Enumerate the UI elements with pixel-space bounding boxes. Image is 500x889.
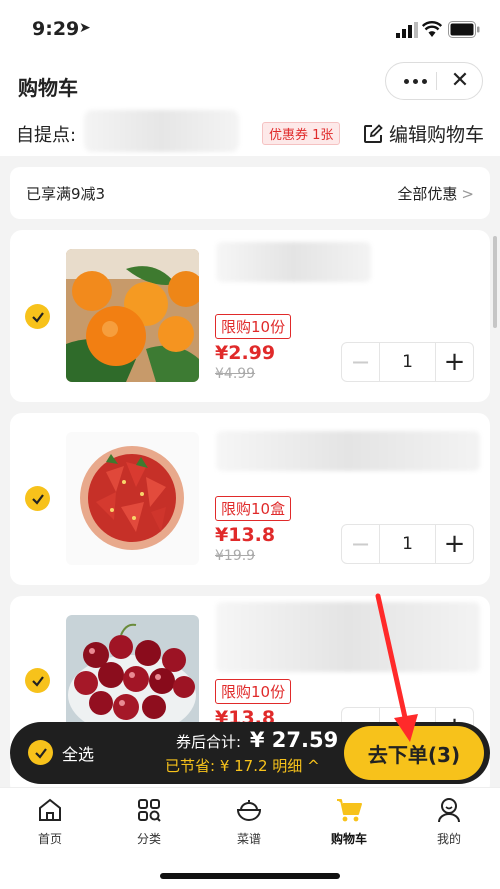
tab-cart[interactable]: 购物车 [309,796,389,847]
mini-program-capsule: ✕ [385,62,483,100]
recipe-icon [236,800,262,821]
purchase-limit-badge: 限购10盒 [215,496,292,521]
wifi-icon [422,21,442,37]
select-all-label[interactable]: 全选 [62,741,94,765]
purchase-limit-badge: 限购10份 [215,314,292,339]
cart-item: 限购10份 ¥2.99 ¥4.99 − 1 + [10,230,490,402]
coupon-badge[interactable]: 优惠券 1张 [262,122,341,145]
more-options-button[interactable] [394,63,436,99]
tab-category[interactable]: 分类 [109,796,189,847]
all-promotions-link[interactable]: 全部优惠 > [397,183,474,204]
total-label: 券后合计: [176,733,242,751]
pickup-address-redacted [84,110,239,152]
savings-details-link[interactable]: 已节省: ¥ 17.2 明细 ^ [165,755,320,776]
tab-label: 分类 [136,832,161,846]
promotion-text: 已享满9减3 [26,185,106,203]
tab-label: 首页 [37,832,62,846]
place-order-button[interactable]: 去下单(3) [344,726,484,780]
check-icon [34,747,47,759]
tab-home[interactable]: 首页 [10,796,90,847]
quantity-stepper: − 1 + [341,342,474,382]
tab-label: 我的 [436,832,461,846]
product-image-oranges [66,249,199,382]
cart-item: 限购10盒 ¥13.8 ¥19.9 − 1 + [10,413,490,585]
all-promotions-label: 全部优惠 [397,185,458,203]
tab-label: 购物车 [330,832,367,846]
tab-profile[interactable]: 我的 [409,796,489,847]
item-checkbox[interactable] [25,668,50,693]
product-name-redacted [216,242,371,282]
status-time: 9:29 [32,18,80,40]
edit-cart-label: 编辑购物车 [389,124,485,146]
product-name-redacted [216,431,480,471]
product-name-redacted [216,602,480,672]
scrollbar[interactable] [493,236,497,328]
edit-cart-button[interactable]: 编辑购物车 [363,120,484,147]
profile-icon [438,798,460,823]
purchase-limit-badge: 限购10份 [215,679,292,704]
nav-bar: 购物车 ✕ [0,58,500,110]
promotion-strip[interactable]: 已享满9减3 全部优惠 > [10,167,490,219]
pickup-point-row[interactable]: 自提点: 优惠券 1张 编辑购物车 [0,110,500,156]
select-all-checkbox[interactable] [28,740,53,765]
category-icon [138,799,161,822]
product-price: ¥13.8 [215,524,276,546]
decrease-button[interactable]: − [342,343,380,381]
home-indicator[interactable] [160,873,340,879]
total-amount: 券后合计: ¥ 27.59 [176,728,338,752]
check-icon [31,493,44,505]
tab-label: 菜谱 [236,832,261,846]
decrease-button[interactable]: − [342,525,380,563]
increase-button[interactable]: + [435,343,473,381]
capsule-divider [436,72,437,90]
item-checkbox[interactable] [25,486,50,511]
status-bar: 9:29 ➤ [0,0,500,58]
home-icon [39,798,61,821]
original-price: ¥19.9 [215,548,256,564]
check-icon [31,311,44,323]
quantity-value[interactable]: 1 [380,343,435,381]
product-price: ¥2.99 [215,342,276,364]
product-image-strawberries [66,432,199,565]
check-icon [31,675,44,687]
edit-icon [364,123,383,143]
total-value: ¥ 27.59 [249,728,339,752]
increase-button[interactable]: + [435,525,473,563]
tab-recipe[interactable]: 菜谱 [209,796,289,847]
location-arrow-icon: ➤ [79,20,91,36]
battery-icon [448,21,480,38]
original-price: ¥4.99 [215,366,256,382]
pickup-label: 自提点: [16,125,77,146]
chevron-right-icon: > [461,185,474,203]
checkout-bar: 全选 券后合计: ¥ 27.59 已节省: ¥ 17.2 明细 ^ 去下单(3) [10,722,490,784]
item-checkbox[interactable] [25,304,50,329]
close-button[interactable]: ✕ [442,63,478,99]
cellular-signal-icon [396,22,418,38]
page-title: 购物车 [18,76,78,100]
quantity-stepper: − 1 + [341,524,474,564]
quantity-value[interactable]: 1 [380,525,435,563]
cart-icon [337,799,362,822]
